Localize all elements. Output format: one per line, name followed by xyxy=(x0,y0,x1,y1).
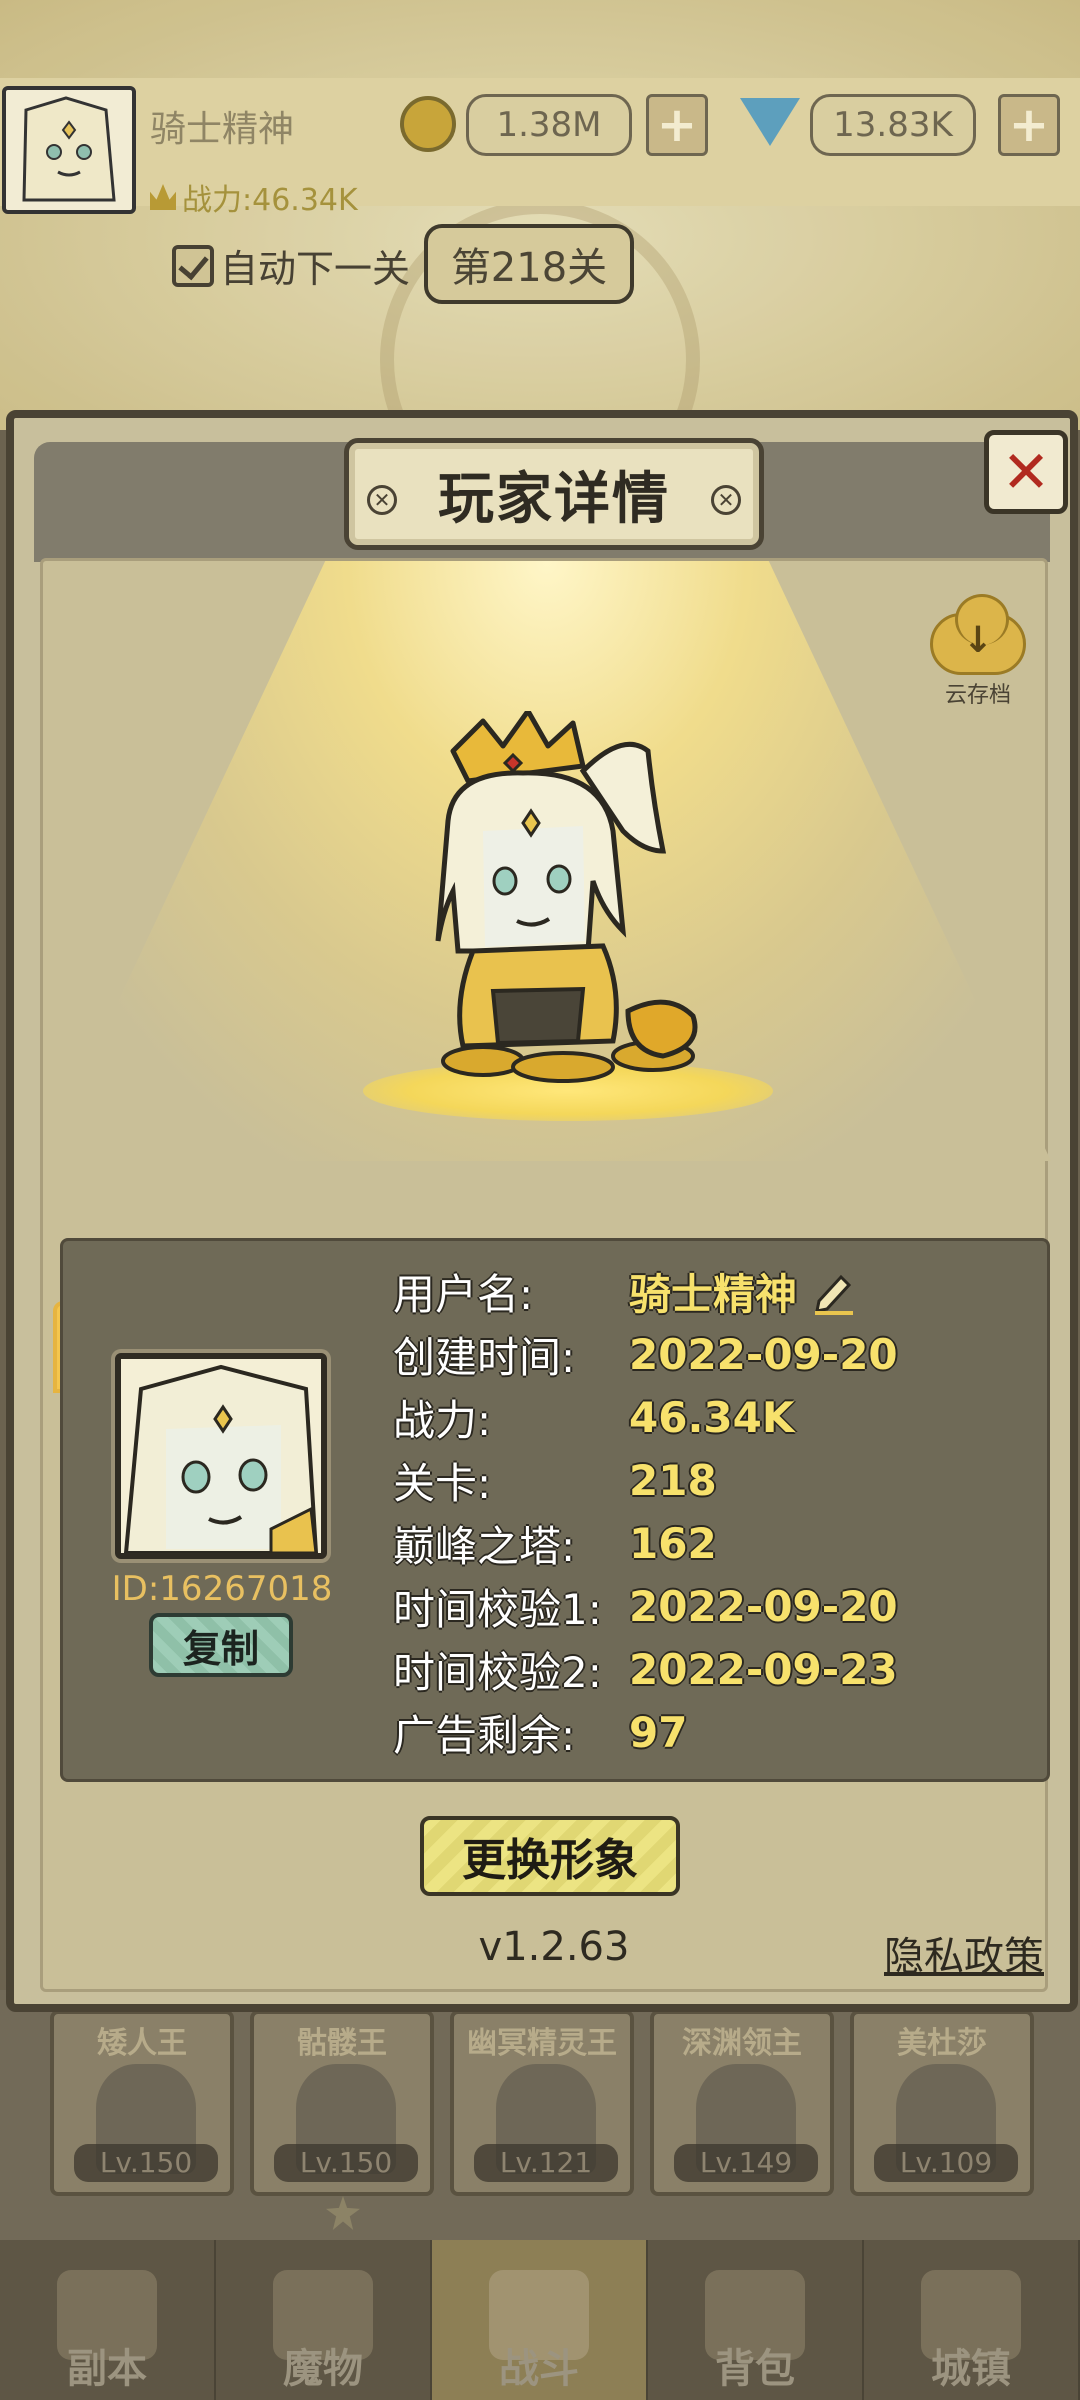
info-row-time-check-2: 时间校验2: 2022-09-23 xyxy=(393,1641,898,1697)
nav-item-dungeon[interactable]: 副本 xyxy=(0,2240,216,2400)
gem-amount: 13.83K xyxy=(810,94,976,156)
boss-name: 深渊领主 xyxy=(682,2026,802,2061)
boss-level: Lv.149 xyxy=(674,2144,818,2182)
boss-card[interactable]: 幽冥精灵王 Lv.121 xyxy=(450,2010,634,2196)
gem-icon xyxy=(740,98,800,146)
nav-item-battle[interactable]: 战斗 xyxy=(432,2240,648,2400)
info-value: 46.34K xyxy=(629,1392,795,1442)
close-button[interactable]: ✕ xyxy=(984,430,1068,514)
add-gold-button[interactable]: + xyxy=(646,94,708,156)
boss-card[interactable]: 矮人王 Lv.150 xyxy=(50,2010,234,2196)
cloud-download-icon: ↓ xyxy=(930,594,1026,675)
bolt-icon: ✕ xyxy=(711,485,741,515)
info-row-stage: 关卡: 218 xyxy=(393,1452,717,1508)
info-value: 骑士精神 xyxy=(629,1269,798,1319)
info-label: 关卡: xyxy=(393,1458,492,1508)
info-label: 广告剩余: xyxy=(393,1710,576,1760)
info-row-created: 创建时间: 2022-09-20 xyxy=(393,1326,898,1382)
add-gem-button[interactable]: + xyxy=(998,94,1060,156)
info-row-power: 战力: 46.34K xyxy=(393,1389,794,1445)
gold-coin-icon xyxy=(400,96,456,152)
boss-name: 骷髅王 xyxy=(297,2026,387,2061)
nav-label: 副本 xyxy=(67,2346,147,2392)
boss-card[interactable]: 美杜莎 Lv.109 xyxy=(850,2010,1034,2196)
auto-next-label: 自动下一关 xyxy=(220,247,411,291)
info-label: 战力: xyxy=(393,1395,492,1445)
boss-level: Lv.150 xyxy=(74,2144,218,2182)
cloud-save-button[interactable]: ↓ 云存档 xyxy=(923,594,1033,713)
power-icon xyxy=(150,184,176,210)
change-avatar-label: 更换形象 xyxy=(462,1835,638,1886)
boss-name: 矮人王 xyxy=(97,2026,187,2061)
hud-power-text: 战力:46.34K xyxy=(182,183,358,218)
privacy-policy-link[interactable]: 隐私政策 xyxy=(884,1924,1044,1982)
version-text: v1.2.63 xyxy=(478,1924,630,1970)
bottom-nav: 副本 魔物 战斗 背包 城镇 xyxy=(0,2240,1080,2400)
boss-card[interactable]: 深渊领主 Lv.149 xyxy=(650,2010,834,2196)
nav-label: 背包 xyxy=(715,2346,795,2392)
bolt-icon: ✕ xyxy=(367,485,397,515)
hud-player-name: 骑士精神 xyxy=(150,109,295,150)
boss-card[interactable]: 骷髅王 Lv.150 xyxy=(250,2010,434,2196)
info-row-username: 用户名: 骑士精神 xyxy=(393,1263,857,1319)
copy-id-button[interactable]: 复制 xyxy=(149,1613,293,1677)
player-avatar xyxy=(115,1353,327,1559)
copy-button-label: 复制 xyxy=(182,1626,259,1671)
hud-power: 战力:46.34K xyxy=(150,175,358,219)
dialog-title-plate: ✕ 玩家详情 ✕ xyxy=(344,438,764,550)
info-row-tower: 巅峰之塔: 162 xyxy=(393,1515,717,1571)
info-value: 2022-09-20 xyxy=(629,1329,898,1379)
info-value: 218 xyxy=(629,1455,717,1505)
info-value: 2022-09-20 xyxy=(629,1581,898,1631)
info-row-ads-remaining: 广告剩余: 97 xyxy=(393,1704,687,1760)
boss-level: Lv.150 xyxy=(274,2144,418,2182)
auto-next-toggle[interactable]: 自动下一关 xyxy=(172,238,410,293)
cloud-save-label: 云存档 xyxy=(944,683,1011,708)
current-stage-badge[interactable]: 第218关 xyxy=(424,224,634,304)
nav-item-monsters[interactable]: 魔物 xyxy=(216,2240,432,2400)
gold-amount: 1.38M xyxy=(466,94,632,156)
info-label: 时间校验2: xyxy=(393,1647,602,1697)
info-label: 巅峰之塔: xyxy=(393,1521,576,1571)
hud-avatar[interactable] xyxy=(2,86,136,214)
nav-label: 城镇 xyxy=(931,2346,1011,2392)
change-avatar-button[interactable]: 更换形象 xyxy=(420,1816,680,1896)
info-value: 97 xyxy=(629,1707,688,1757)
player-id: ID:16267018 xyxy=(111,1569,333,1609)
boss-name: 幽冥精灵王 xyxy=(467,2026,617,2061)
hud-avatar-face-icon xyxy=(22,96,116,202)
avatar-face-icon xyxy=(121,1359,321,1553)
boss-name: 美杜莎 xyxy=(897,2026,987,2061)
player-info-panel: ID:16267018 复制 用户名: 骑士精神 创建时间: 2022-09-2… xyxy=(60,1238,1050,1782)
nav-item-town[interactable]: 城镇 xyxy=(864,2240,1080,2400)
boss-list: 矮人王 Lv.150 骷髅王 Lv.150 幽冥精灵王 Lv.121 深渊领主 … xyxy=(50,2010,1034,2200)
auto-next-checkbox[interactable] xyxy=(172,244,214,287)
info-value: 162 xyxy=(629,1518,717,1568)
hero-character-icon xyxy=(435,711,698,1083)
info-label: 创建时间: xyxy=(393,1332,576,1382)
info-label: 时间校验1: xyxy=(393,1584,602,1634)
boss-level: Lv.109 xyxy=(874,2144,1018,2182)
info-value: 2022-09-23 xyxy=(629,1644,898,1694)
player-details-dialog: ✕ 玩家详情 ✕ ✕ ↓ 云存档 ID:16267018 复制 用户名: 骑士精… xyxy=(6,410,1078,2012)
nav-item-backpack[interactable]: 背包 xyxy=(648,2240,864,2400)
nav-label: 魔物 xyxy=(283,2346,363,2392)
dialog-title: 玩家详情 xyxy=(438,466,670,532)
info-label: 用户名: xyxy=(393,1269,534,1319)
info-row-time-check-1: 时间校验1: 2022-09-20 xyxy=(393,1578,898,1634)
nav-label: 战斗 xyxy=(499,2346,579,2392)
edit-pencil-icon[interactable] xyxy=(809,1267,857,1315)
close-icon: ✕ xyxy=(1001,438,1051,506)
boss-level: Lv.121 xyxy=(474,2144,618,2182)
